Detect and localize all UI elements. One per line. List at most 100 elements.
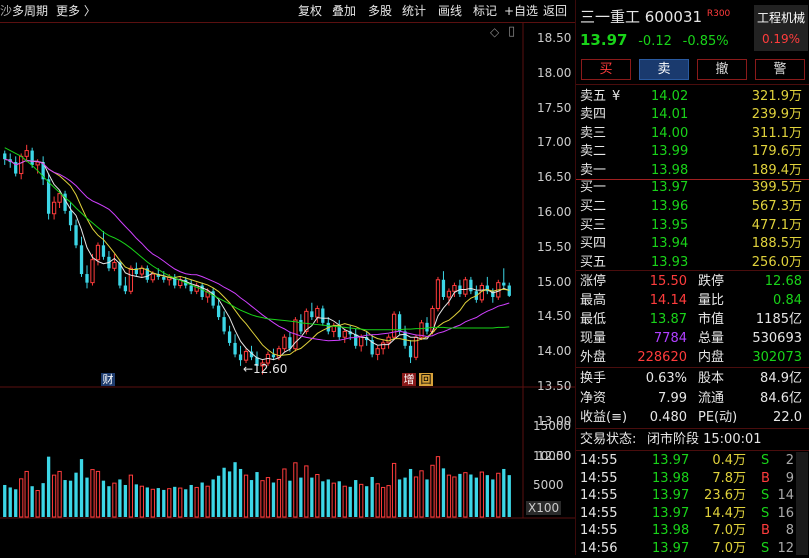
buyback-badge[interactable]: 回	[419, 373, 433, 386]
tick-scrollbar[interactable]	[796, 452, 808, 555]
volume-bar	[128, 474, 134, 518]
bid-row[interactable]: 买二 13.96 567.3万	[576, 197, 809, 216]
cancel-order-button[interactable]: 撤	[697, 59, 747, 80]
ask-row[interactable]: 卖三 14.00 311.1万	[576, 124, 809, 143]
volume-bar	[107, 486, 111, 517]
tick-price: 13.97	[652, 505, 690, 521]
stat-label: 现量	[580, 331, 607, 346]
ask-row[interactable]: 卖一 13.98 189.4万	[576, 161, 809, 180]
ask-row[interactable]: 卖四 14.01 239.9万	[576, 105, 809, 124]
stat-label: 跌停	[698, 274, 725, 289]
ask-row[interactable]: 卖五 ¥14.02 321.9万	[576, 87, 809, 106]
volume-bar	[194, 486, 199, 518]
stat-label: 收益(≡)	[580, 410, 628, 425]
volume-bar	[485, 475, 489, 517]
volume-bar	[348, 486, 352, 517]
candle-body	[502, 282, 506, 286]
volume-bar	[134, 484, 138, 517]
candle-body	[391, 313, 397, 338]
tick-side: B	[761, 470, 770, 486]
candle-body	[408, 345, 413, 358]
volume-bar	[68, 480, 73, 517]
separator	[576, 367, 809, 368]
stat-value: 530693	[752, 331, 802, 346]
ask-row[interactable]: 卖二 13.99 179.6万	[576, 142, 809, 161]
bid-row[interactable]: 买一 13.97 399.5万	[576, 178, 809, 197]
candle-body	[452, 285, 457, 292]
volume-bar	[3, 484, 7, 517]
stat-label: 涨停	[580, 274, 607, 289]
sector-box[interactable]: 工程机械 0.19%	[754, 5, 808, 51]
candle-body	[469, 279, 473, 292]
tick-row: 14:55 13.97 0.4万 S 2	[576, 451, 796, 470]
trade-status-value: 闭市阶段 15:00:01	[647, 432, 762, 447]
candle-body	[435, 279, 441, 309]
candle-body	[30, 150, 34, 165]
bid-label: 买三	[580, 217, 607, 233]
stat-value: 13.87	[649, 312, 687, 327]
tick-row: 14:55 13.98 7.8万 B 9	[576, 469, 796, 488]
stat-value: 0.480	[649, 410, 687, 425]
bid-row[interactable]: 买三 13.95 477.1万	[576, 216, 809, 235]
bid-volume: 477.1万	[751, 217, 802, 233]
stat-label: 换手	[580, 371, 607, 386]
volume-bar	[326, 479, 330, 517]
stat-row: 收益(≡) 0.480 PE(动) 22.0	[576, 408, 809, 427]
volume-bar	[446, 474, 452, 518]
alert-button[interactable]: 警	[755, 59, 805, 80]
volume-bar	[413, 476, 419, 518]
stock-title: 三一重工 600031 R300	[580, 6, 730, 27]
volume-bar	[233, 462, 237, 517]
volume-bar	[282, 468, 287, 518]
price-tick-label: 14.50	[537, 309, 572, 324]
stat-value: 22.0	[773, 410, 802, 425]
volume-bar	[365, 486, 369, 517]
trade-status-label: 交易状态:	[580, 432, 637, 447]
increase-badge[interactable]: 增	[402, 373, 416, 386]
volume-bar	[63, 480, 67, 517]
bid-row[interactable]: 买四 13.94 188.5万	[576, 234, 809, 253]
tick-time: 14:55	[580, 453, 618, 468]
price-change-pct: -0.85%	[682, 34, 729, 49]
stat-label: 市值	[698, 312, 725, 327]
price-change: -0.12	[638, 34, 672, 49]
stat-row: 最低 13.87 市值 1185亿	[576, 310, 809, 329]
stat-value: 14.14	[649, 293, 687, 308]
stat-value: 0.63%	[645, 371, 687, 386]
financial-report-badge[interactable]: 财	[101, 373, 115, 386]
sell-button[interactable]: 卖	[639, 59, 689, 80]
sector-name: 工程机械	[756, 11, 805, 25]
bid-price: 13.96	[651, 198, 689, 214]
volume-tick-label: 10000	[533, 448, 572, 463]
candle-body	[288, 337, 292, 349]
volume-bar	[342, 485, 347, 518]
tick-side: S	[761, 505, 770, 521]
tick-count: 16	[777, 505, 794, 521]
current-price: 13.97	[580, 31, 628, 49]
stat-value: 7.99	[658, 390, 687, 406]
volume-bar	[474, 477, 478, 517]
candle-body	[446, 290, 452, 298]
volume-bar	[85, 477, 89, 517]
volume-tick-label: 15000	[533, 419, 572, 433]
candle-body	[46, 179, 51, 214]
volume-bar	[200, 482, 204, 517]
volume-bar	[452, 476, 457, 518]
volume-bar	[425, 479, 429, 517]
tick-volume: 23.6万	[704, 488, 746, 503]
stat-label: 最低	[580, 312, 607, 327]
stock-code: 600031	[644, 8, 703, 26]
stat-label: 量比	[698, 293, 725, 308]
separator	[576, 270, 809, 271]
candle-group	[3, 144, 511, 375]
ask-price: 13.98	[651, 162, 689, 178]
candle-body	[85, 274, 89, 283]
volume-bar	[391, 462, 397, 518]
bid-volume: 567.3万	[751, 198, 802, 214]
volume-bar-group	[3, 456, 511, 518]
stat-label: 总量	[698, 331, 725, 346]
candle-body	[463, 279, 468, 295]
volume-bar	[19, 478, 24, 518]
buy-button[interactable]: 买	[581, 59, 631, 80]
candle-body	[189, 285, 193, 292]
